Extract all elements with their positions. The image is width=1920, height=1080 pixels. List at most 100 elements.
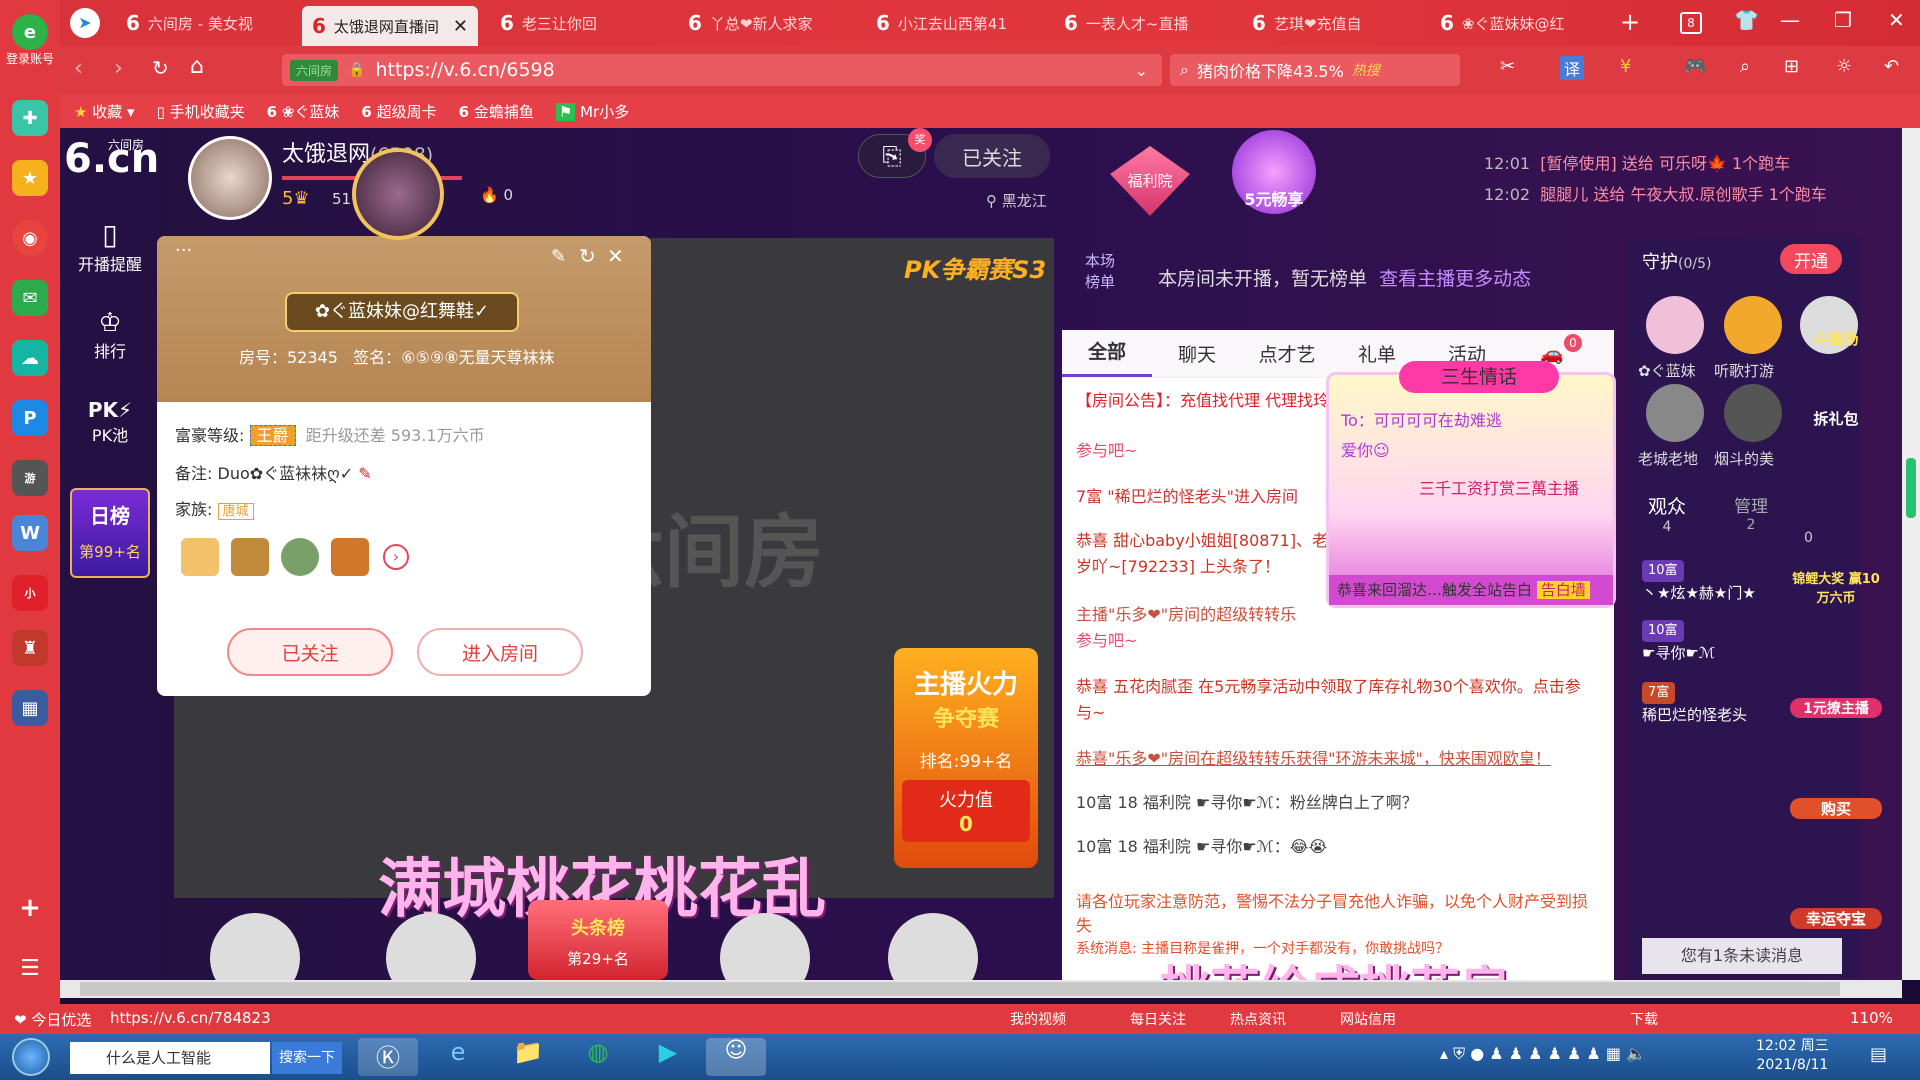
small-app-icon[interactable]: 小 <box>12 575 48 611</box>
site-credit-link[interactable]: 网站信用 <box>1340 1009 1396 1029</box>
pk-tournament-badge[interactable]: PK争霸赛S3 <box>904 250 1046 285</box>
home-icon[interactable]: ⌂ <box>190 54 204 79</box>
enter-room-button[interactable]: 进入房间 <box>417 628 583 676</box>
nav-ranking[interactable]: ♔ 排行 <box>60 308 160 362</box>
browser-search-box[interactable]: ⌕ 猪肉价格下降43.5% 热搜 <box>1170 54 1460 86</box>
more-icon[interactable]: ··· <box>175 240 192 261</box>
activity-buy[interactable]: 购买 <box>1790 798 1882 819</box>
family-badge[interactable]: 唐城 <box>217 503 254 520</box>
refresh-icon[interactable]: ↻ <box>152 56 169 80</box>
weibo-icon[interactable]: ◉ <box>12 220 48 256</box>
favorites-star-icon[interactable]: ★ <box>12 160 48 196</box>
tab-admin[interactable]: 管理 2 <box>1726 492 1776 533</box>
tab-2[interactable]: 6 太饿退网直播间 ✕ <box>302 6 478 46</box>
cloud-icon[interactable]: ☁ <box>12 340 48 376</box>
mail-icon[interactable]: ✉ <box>12 280 48 316</box>
tab-audience[interactable]: 观众 4 <box>1642 492 1692 535</box>
download-link[interactable]: 下载 <box>1630 1009 1658 1029</box>
ranking-more-link[interactable]: 查看主播更多动态 <box>1379 268 1531 290</box>
game-app-icon[interactable]: 游 <box>12 460 48 496</box>
forward-icon[interactable]: › <box>114 56 123 81</box>
hot-news-link[interactable]: 热点资讯 <box>1230 1009 1286 1029</box>
undo-icon[interactable]: ↶ <box>1884 56 1899 77</box>
taskbar-search[interactable]: 什么是人工智能 <box>70 1042 270 1074</box>
gamepad-icon[interactable]: 🎮 <box>1684 56 1706 77</box>
bookmark-mr-xiaoduo[interactable]: ⚑ Mr小多 <box>555 101 629 122</box>
bookmark-weekly-card[interactable]: 6 超级周卡 <box>361 101 436 122</box>
seat-avatar[interactable] <box>210 913 300 980</box>
find-icon[interactable]: ⌕ <box>1740 56 1750 77</box>
bookmark-favorites[interactable]: ★ 收藏 ▾ <box>74 101 135 122</box>
edit-note-icon[interactable]: ✎ <box>358 464 371 483</box>
tab-all[interactable]: 全部 <box>1062 330 1152 377</box>
activity-koi[interactable]: 锦鲤大奖 赢10万六币 <box>1790 568 1882 606</box>
activity-beast[interactable]: 斗兽场 <box>1790 328 1882 349</box>
my-video-link[interactable]: 我的视频 <box>1010 1009 1066 1029</box>
audience-user[interactable]: 7富 稀巴烂的怪老头 <box>1642 680 1747 726</box>
document-icon[interactable]: W <box>12 515 48 551</box>
activity-one-yuan[interactable]: 1元撩主播 <box>1790 698 1882 718</box>
minimize-icon[interactable]: — <box>1780 8 1800 32</box>
telegram-icon[interactable]: ➤ <box>70 8 100 38</box>
scissors-icon[interactable]: ✂ <box>1500 56 1515 77</box>
folder-icon[interactable]: 📁 <box>498 1038 558 1076</box>
guard-avatar[interactable] <box>1724 384 1782 442</box>
url-box[interactable]: 六间房 🔒 https://v.6.cn/6598 ⌄ <box>282 54 1162 86</box>
medal-icon[interactable] <box>281 538 319 576</box>
browser-app-icon[interactable]: ◍ <box>568 1038 628 1076</box>
tab-1[interactable]: 6 六间房 - 美女视 <box>116 4 296 42</box>
tab-chat[interactable]: 聊天 <box>1152 340 1242 367</box>
grid-icon[interactable]: ⊞ <box>1784 56 1799 77</box>
brightness-icon[interactable]: ☼ <box>1836 56 1852 77</box>
close-icon[interactable]: ✕ <box>453 16 468 37</box>
activity-lucky-treasure[interactable]: 幸运夺宝 <box>1790 908 1882 929</box>
nav-live-reminder[interactable]: ▯ 开播提醒 <box>60 218 160 275</box>
tab-4[interactable]: 6 丫总❤新人求家 <box>678 4 854 42</box>
tab-8[interactable]: 6 ❀ぐ蓝妹妹@红 <box>1430 4 1606 42</box>
ie-icon[interactable]: e <box>428 1038 488 1076</box>
tab-3[interactable]: 6 老三让你回 <box>490 4 666 42</box>
gift-love-popup[interactable]: 三生情话 To：可可可可在劫难逃 爱你😉 三千工资打赏三萬主播 恭喜来回溜达…触… <box>1326 361 1616 608</box>
confession-wall-badge[interactable]: 告白墙 <box>1536 581 1590 599</box>
edit-icon[interactable]: ✎ <box>551 246 566 267</box>
guard-avatar[interactable] <box>1646 296 1704 354</box>
open-guard-button[interactable]: 开通 <box>1780 244 1842 274</box>
audience-user[interactable]: 10富 ☛寻你☛ℳ <box>1642 618 1715 664</box>
medal-icon[interactable] <box>331 538 369 576</box>
nav-pk-pool[interactable]: PK⚡ PK池 <box>60 398 160 446</box>
welfare-hall-badge[interactable]: 福利院 <box>1110 146 1190 216</box>
translate-icon[interactable]: 译 <box>1560 56 1585 80</box>
today-picks[interactable]: ❤ 今日优选 <box>14 1009 91 1030</box>
fire-contest-card[interactable]: 主播火力 争夺赛 排名:99+名 火力值 0 <box>894 648 1038 868</box>
headline-rank-badge[interactable]: 头条榜 第29+名 <box>528 900 668 980</box>
refresh-icon[interactable]: ↻ <box>579 244 596 268</box>
restore-icon[interactable]: ❐ <box>1834 8 1852 32</box>
medal-icon[interactable] <box>181 538 219 576</box>
daily-rank-card[interactable]: 日榜 第99+名 <box>70 488 150 578</box>
guard-avatar[interactable] <box>1646 384 1704 442</box>
seat-avatar[interactable] <box>888 913 978 980</box>
url-text[interactable]: https://v.6.cn/6598 <box>375 59 554 81</box>
bookmark-mobile[interactable]: ▯ 手机收藏夹 <box>157 101 245 122</box>
notification-icon[interactable]: ▤ <box>1870 1044 1887 1065</box>
activity-gift-pack[interactable]: 拆礼包 <box>1790 408 1882 429</box>
pay-icon[interactable]: P <box>12 400 48 436</box>
daily-follow-link[interactable]: 每日关注 <box>1130 1009 1186 1029</box>
start-button[interactable] <box>12 1038 50 1076</box>
tab-6[interactable]: 6 一表人才~直播 <box>1054 4 1230 42</box>
five-yuan-badge[interactable]: 5元畅享 <box>1232 130 1316 214</box>
vertical-scrollbar[interactable] <box>1902 128 1920 980</box>
audience-user[interactable]: 10富 丶★炫★赫★门★ <box>1642 558 1756 604</box>
zoom-level[interactable]: 110% <box>1850 1009 1893 1027</box>
unread-message-bar[interactable]: 您有1条未读消息 <box>1642 938 1842 974</box>
horizontal-scrollbar[interactable] <box>60 980 1902 998</box>
back-icon[interactable]: ‹ <box>74 56 83 81</box>
tab-count-badge[interactable]: 8 <box>1680 12 1702 34</box>
follow-anchor-button[interactable]: 已关注 <box>934 134 1050 178</box>
tab-talent[interactable]: 点才艺 <box>1242 340 1332 367</box>
tray-icons[interactable]: ▴ ⛨ ● ♟ ♟ ♟ ♟ ♟ ♟ ▦ 🔈 <box>1440 1044 1646 1064</box>
player-icon[interactable]: ▶ <box>638 1038 698 1076</box>
url-dropdown-icon[interactable]: ⌄ <box>1135 61 1148 80</box>
gallery-icon[interactable]: ▦ <box>12 690 48 726</box>
login-link[interactable]: 登录账号 <box>0 50 60 67</box>
